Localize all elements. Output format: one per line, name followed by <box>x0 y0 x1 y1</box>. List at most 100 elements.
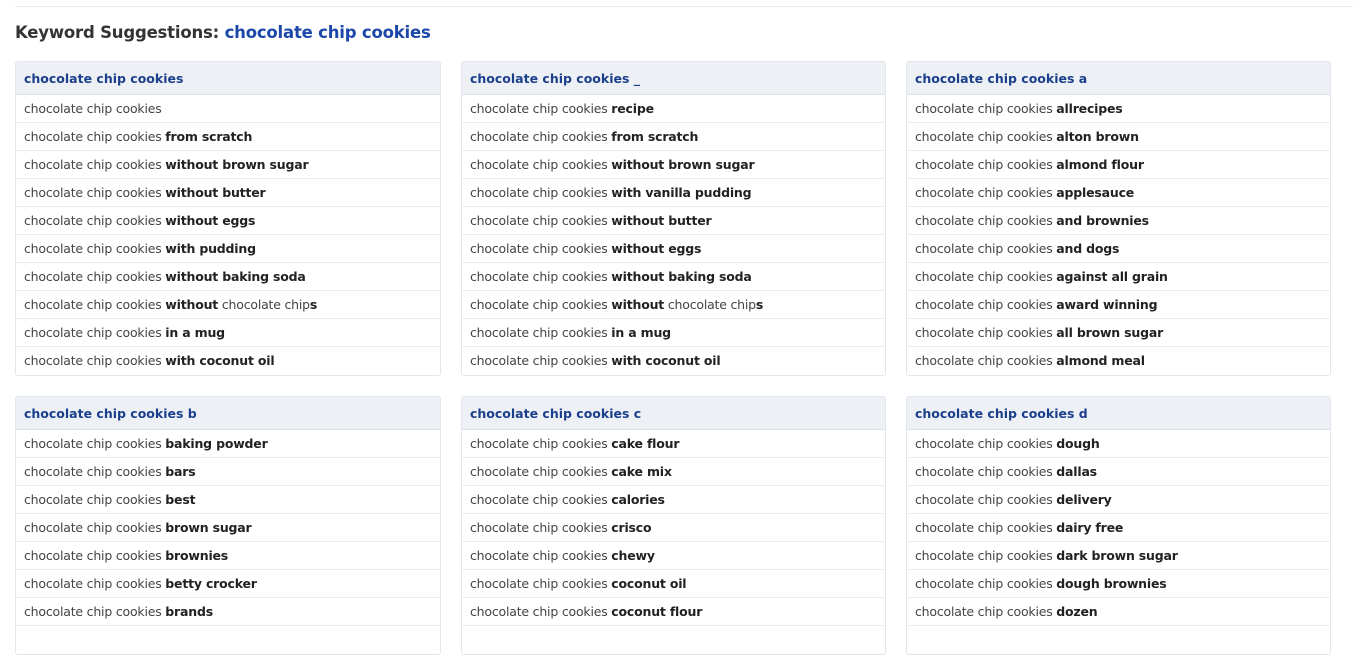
group-header[interactable]: chocolate chip cookies c <box>462 397 885 430</box>
keyword-suggestion[interactable]: chocolate chip cookies from scratch <box>462 123 885 151</box>
keyword-suffix: cake flour <box>611 436 680 451</box>
keyword-suggestion[interactable]: chocolate chip cookies against all grain <box>907 263 1330 291</box>
keyword-suggestion[interactable] <box>907 626 1330 654</box>
keyword-suggestion[interactable]: chocolate chip cookies and brownies <box>907 207 1330 235</box>
keyword-suggestion[interactable]: chocolate chip cookies without brown sug… <box>462 151 885 179</box>
keyword-base: chocolate chip cookies <box>24 548 166 563</box>
keyword-suffix: with coconut oil <box>611 353 721 368</box>
keyword-base: chocolate chip cookies <box>24 353 166 368</box>
suggestion-group: chocolate chip cookies _ chocolate chip c… <box>461 61 886 376</box>
keyword-suggestion[interactable]: chocolate chip cookies calories <box>462 486 885 514</box>
keyword-suggestion[interactable] <box>16 626 440 654</box>
keyword-suffix: without <box>611 297 665 312</box>
keyword-suggestion[interactable]: chocolate chip cookies without butter <box>16 179 440 207</box>
keyword-suggestion[interactable]: chocolate chip cookies and dogs <box>907 235 1330 263</box>
keyword-suffix: in a mug <box>165 325 225 340</box>
keyword-suffix: delivery <box>1056 492 1112 507</box>
keyword-suggestion[interactable]: chocolate chip cookies recipe <box>462 95 885 123</box>
keyword-suggestion[interactable]: chocolate chip cookies dallas <box>907 458 1330 486</box>
keyword-suggestion[interactable]: chocolate chip cookies dairy free <box>907 514 1330 542</box>
keyword-suggestion[interactable]: chocolate chip cookies without baking so… <box>16 263 440 291</box>
keyword-suggestion[interactable]: chocolate chip cookies dozen <box>907 598 1330 626</box>
keyword-base: chocolate chip cookies <box>915 129 1057 144</box>
keyword-suffix: dough <box>1056 436 1100 451</box>
keyword-base: chocolate chip cookies <box>915 325 1057 340</box>
keyword-base: chocolate chip cookies <box>915 269 1057 284</box>
keyword-suggestion[interactable]: chocolate chip cookies dough brownies <box>907 570 1330 598</box>
keyword-suggestion[interactable]: chocolate chip cookies brownies <box>16 542 440 570</box>
group-header[interactable]: chocolate chip cookies b <box>16 397 440 430</box>
keyword-suggestion[interactable]: chocolate chip cookies in a mug <box>16 319 440 347</box>
suggestion-group: chocolate chip cookies a chocolate chip c… <box>906 61 1331 376</box>
keyword-suffix: and brownies <box>1056 213 1149 228</box>
keyword-suggestion[interactable]: chocolate chip cookies with coconut oil <box>462 347 885 375</box>
keyword-suggestion[interactable]: chocolate chip cookies without brown sug… <box>16 151 440 179</box>
keyword-suggestion[interactable]: chocolate chip cookies delivery <box>907 486 1330 514</box>
keyword-suffix: allrecipes <box>1056 101 1123 116</box>
keyword-suffix: without eggs <box>611 241 702 256</box>
keyword-suggestion[interactable]: chocolate chip cookies allrecipes <box>907 95 1330 123</box>
keyword-suggestion[interactable]: chocolate chip cookies almond flour <box>907 151 1330 179</box>
keyword-base: chocolate chip cookies <box>470 241 612 256</box>
group-header[interactable]: chocolate chip cookies <box>16 62 440 95</box>
keyword-suggestion[interactable]: chocolate chip cookies brands <box>16 598 440 626</box>
keyword-suggestion[interactable]: chocolate chip cookies applesauce <box>907 179 1330 207</box>
keyword-suggestion[interactable]: chocolate chip cookies chewy <box>462 542 885 570</box>
group-header[interactable]: chocolate chip cookies d <box>907 397 1330 430</box>
keyword-suggestion[interactable] <box>462 626 885 654</box>
group-header[interactable]: chocolate chip cookies a <box>907 62 1330 95</box>
keyword-suffix: bars <box>165 464 196 479</box>
keyword-base: chocolate chip cookies <box>915 297 1057 312</box>
keyword-suggestion[interactable]: chocolate chip cookies bars <box>16 458 440 486</box>
keyword-suggestion[interactable]: chocolate chip cookies without chocolate… <box>462 291 885 319</box>
keyword-suggestion[interactable]: chocolate chip cookies with coconut oil <box>16 347 440 375</box>
keyword-suggestion[interactable]: chocolate chip cookies without butter <box>462 207 885 235</box>
keyword-base: chocolate chip cookies <box>470 101 612 116</box>
keyword-base: chocolate chip cookies <box>24 436 166 451</box>
keyword-suggestion[interactable]: chocolate chip cookies crisco <box>462 514 885 542</box>
keyword-base: chocolate chip cookies <box>470 353 612 368</box>
keyword-suggestion[interactable]: chocolate chip cookies coconut flour <box>462 598 885 626</box>
suggestion-group: chocolate chip cookies chocolate chip coo… <box>15 61 441 376</box>
keyword-base: chocolate chip cookies <box>24 520 166 535</box>
query-term: chocolate chip cookies <box>224 23 431 42</box>
keyword-suggestion[interactable]: chocolate chip cookies cake mix <box>462 458 885 486</box>
keyword-suggestion[interactable]: chocolate chip cookies coconut oil <box>462 570 885 598</box>
keyword-suffix: dairy free <box>1056 520 1124 535</box>
keyword-suggestion[interactable]: chocolate chip cookies betty crocker <box>16 570 440 598</box>
keyword-suggestion[interactable]: chocolate chip cookies baking powder <box>16 430 440 458</box>
keyword-suggestion[interactable]: chocolate chip cookies brown sugar <box>16 514 440 542</box>
keyword-suggestion[interactable]: chocolate chip cookies best <box>16 486 440 514</box>
keyword-suggestion[interactable]: chocolate chip cookies without eggs <box>462 235 885 263</box>
keyword-suffix: from scratch <box>611 129 699 144</box>
keyword-suggestion[interactable]: chocolate chip cookies with pudding <box>16 235 440 263</box>
keyword-suggestion[interactable]: chocolate chip cookies award winning <box>907 291 1330 319</box>
keyword-suffix: in a mug <box>611 325 671 340</box>
keyword-suggestion[interactable]: chocolate chip cookies dough <box>907 430 1330 458</box>
keyword-suggestion[interactable]: chocolate chip cookies without eggs <box>16 207 440 235</box>
keyword-base: chocolate chip cookies <box>915 213 1057 228</box>
keyword-suffix: without <box>165 297 219 312</box>
keyword-suffix: all brown sugar <box>1056 325 1164 340</box>
keyword-base: chocolate chip cookies <box>470 269 612 284</box>
keyword-base: chocolate chip cookies <box>915 436 1057 451</box>
keyword-suggestion[interactable]: chocolate chip cookies almond meal <box>907 347 1330 375</box>
keyword-suggestion[interactable]: chocolate chip cookies without chocolate… <box>16 291 440 319</box>
group-header[interactable]: chocolate chip cookies _ <box>462 62 885 95</box>
keyword-suggestion[interactable]: chocolate chip cookies from scratch <box>16 123 440 151</box>
keyword-suggestion[interactable]: chocolate chip cookies cake flour <box>462 430 885 458</box>
keyword-suggestion[interactable]: chocolate chip cookies all brown sugar <box>907 319 1330 347</box>
page-title: Keyword Suggestions: chocolate chip cook… <box>15 23 431 42</box>
keyword-suggestion[interactable]: chocolate chip cookies in a mug <box>462 319 885 347</box>
keyword-suffix: almond meal <box>1056 353 1145 368</box>
keyword-suggestion[interactable]: chocolate chip cookies with vanilla pudd… <box>462 179 885 207</box>
keyword-suggestion[interactable]: chocolate chip cookies alton brown <box>907 123 1330 151</box>
keyword-suggestion[interactable]: chocolate chip cookies without baking so… <box>462 263 885 291</box>
keyword-suggestion[interactable]: chocolate chip cookies dark brown sugar <box>907 542 1330 570</box>
keyword-suffix: dallas <box>1056 464 1097 479</box>
keyword-suffix: without baking soda <box>165 269 306 284</box>
keyword-suffix: brands <box>165 604 213 619</box>
keyword-suffix: recipe <box>611 101 654 116</box>
keyword-suggestion[interactable]: chocolate chip cookies <box>16 95 440 123</box>
keyword-suffix: without brown sugar <box>165 157 309 172</box>
